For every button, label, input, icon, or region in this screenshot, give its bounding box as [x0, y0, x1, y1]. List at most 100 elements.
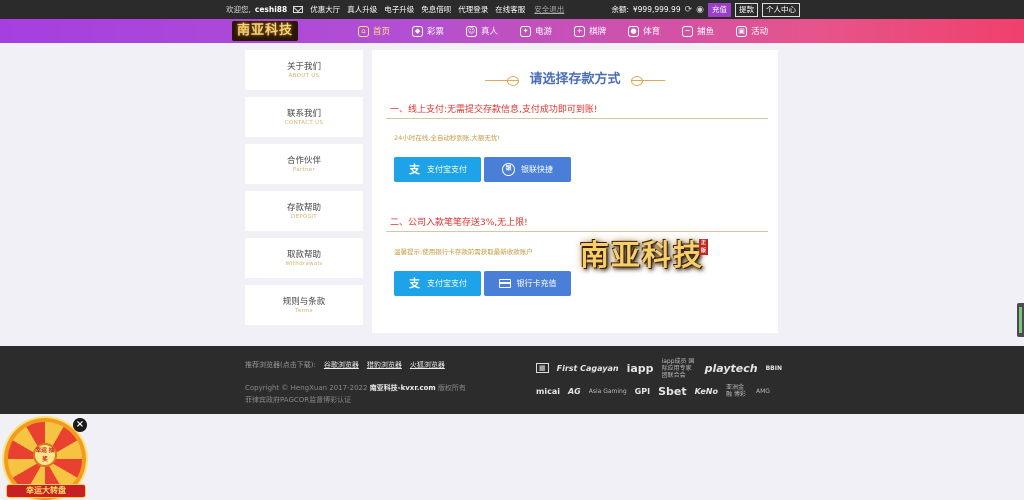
bank-card-icon — [498, 279, 511, 288]
button-label: 支付宝支付 — [427, 279, 467, 288]
partner-logo: GPI — [634, 386, 651, 396]
button-label: 银行卡充值 — [516, 279, 557, 288]
partner-logo: Sbet — [658, 384, 687, 398]
bank-card-button[interactable]: 银行卡充值 — [484, 271, 571, 296]
chess-icon: + — [574, 25, 586, 37]
browser-link-liebao[interactable]: 猎豹浏览器 — [367, 360, 402, 370]
gamepad-icon: ✦ — [520, 25, 532, 37]
nav-item-lottery[interactable]: ◆ 彩票 — [412, 25, 444, 37]
sidebar-item-label: 合作伙伴 — [286, 156, 321, 166]
sidebar-item-partner[interactable]: 合作伙伴 Partner — [245, 144, 363, 184]
copyright-prefix: Copyright © HengXuan 2017-2022 — [245, 384, 368, 392]
panel-title-row: 请选择存款方式 — [372, 68, 778, 87]
sidebar-item-deposit-help[interactable]: 存款帮助 DEPOSIT — [245, 191, 363, 231]
nav-item-chess[interactable]: + 棋牌 — [574, 25, 606, 37]
footer: 推荐浏览器(点击下载): 谷歌浏览器 猎豹浏览器 火狐浏览器 Copyright… — [0, 346, 1024, 414]
sidebar-item-label: 规则与条款 — [282, 297, 326, 307]
lottery-icon: ◆ — [412, 25, 424, 37]
ornament-left-icon — [484, 75, 519, 86]
nav-item-fishing[interactable]: ~ 捕鱼 — [682, 25, 714, 37]
nav-label: 体育 — [643, 27, 661, 37]
nav-item-sports[interactable]: ● 体育 — [628, 25, 660, 37]
link-promotions[interactable]: 优惠大厅 — [310, 4, 340, 15]
side-float-tab[interactable] — [1017, 303, 1024, 337]
sidebar-item-label: 取款帮助 — [286, 250, 321, 260]
partner-logo: iapp成员 国际应用专家团联合会 — [661, 357, 695, 379]
sidebar-item-sublabel: CONTACT US — [284, 120, 324, 126]
lucky-wheel-banner[interactable]: 幸运大转盘 — [6, 484, 86, 498]
nav-item-activities[interactable]: ▣ 活动 — [736, 25, 768, 37]
top-bar: 欢迎您, ceshi88 优惠大厅 真人升级 电子升级 免息借呗 代理登录 在线… — [0, 0, 1024, 19]
mail-icon[interactable] — [293, 6, 304, 13]
browser-link-chrome[interactable]: 谷歌浏览器 — [324, 360, 359, 370]
brand-text: 南亚科技 — [579, 238, 704, 272]
nav-item-slots[interactable]: ✦ 电游 — [520, 25, 552, 37]
partner-row: ▦ First Cagayan iapp iapp成员 国际应用专家团联合会 p… — [536, 357, 782, 379]
refresh-icon[interactable]: ⟳ — [685, 5, 693, 15]
site-logo[interactable]: 南亚科技 — [232, 21, 298, 41]
balance-value: ¥999,999.99 — [632, 5, 681, 14]
sidebar-item-sublabel: Withdrawals — [285, 261, 323, 267]
nav-items: ⌂ 首页 ◆ 彩票 ☺ 真人 ✦ 电游 + 棋牌 ● 体育 ~ 捕鱼 ▣ 活动 — [358, 19, 790, 43]
nav-label: 电游 — [535, 27, 553, 37]
partner-logo: micai — [536, 386, 560, 396]
partner-logo: Asia Gaming — [588, 387, 627, 395]
sidebar-item-sublabel: Terms — [295, 308, 313, 314]
sidebar: 关于我们 ABOUT US 联系我们 CONTACT US 合作伙伴 Partner … — [245, 50, 363, 332]
link-interest-free[interactable]: 免息借呗 — [421, 4, 451, 15]
unionpay-quick-button[interactable]: 银 银联快捷 — [484, 157, 571, 182]
eye-icon[interactable]: ◉ — [696, 5, 704, 15]
deposit-button[interactable]: 充值 — [708, 2, 731, 17]
sidebar-item-sublabel: ABOUT US — [288, 73, 320, 79]
top-bar-left: 欢迎您, ceshi88 优惠大厅 真人升级 电子升级 免息借呗 代理登录 在线… — [226, 0, 564, 19]
partner-logo: BBIN — [765, 364, 782, 372]
fish-icon: ~ — [682, 25, 694, 37]
link-online-service[interactable]: 在线客服 — [495, 4, 525, 15]
browser-link-firefox[interactable]: 火狐浏览器 — [410, 360, 445, 370]
partner-logo: KeNo — [694, 386, 718, 396]
nav-item-home[interactable]: ⌂ 首页 — [358, 25, 390, 37]
link-agent-login[interactable]: 代理登录 — [458, 4, 488, 15]
link-live-upgrade[interactable]: 真人升级 — [347, 4, 377, 15]
user-center-button[interactable]: 个人中心 — [762, 2, 800, 17]
sidebar-item-about[interactable]: 关于我们 ABOUT US — [245, 50, 363, 90]
withdraw-button[interactable]: 提款 — [735, 2, 758, 17]
close-icon[interactable]: × — [73, 418, 87, 432]
alipay-icon: 支 — [409, 277, 420, 290]
welcome-text: 欢迎您, — [226, 5, 251, 14]
page-title: 请选择存款方式 — [529, 72, 621, 87]
alipay-icon: 支 — [409, 163, 420, 176]
nav-label: 捕鱼 — [697, 27, 715, 37]
logout-link[interactable]: 安全退出 — [534, 4, 564, 15]
section-divider — [386, 118, 768, 119]
section-online-note: 24小时在线,全自动秒到账,大额无忧! — [394, 134, 501, 142]
partner-logo: playtech — [704, 361, 758, 375]
sidebar-item-label: 联系我们 — [286, 109, 321, 119]
alipay-button-2[interactable]: 支 支付宝支付 — [394, 271, 481, 296]
ornament-right-icon — [631, 75, 666, 86]
sidebar-item-terms[interactable]: 规则与条款 Terms — [245, 285, 363, 325]
sidebar-item-sublabel: DEPOSIT — [291, 214, 317, 220]
brand-stamp: 正版 — [699, 239, 708, 255]
qr-icon: ▦ — [536, 363, 549, 373]
brand-watermark: 南亚科技 正版 — [574, 231, 710, 279]
certification: 菲律宾政府PAGCOR监督博彩认证 — [245, 396, 352, 404]
button-label: 银联快捷 — [521, 165, 553, 174]
site-name: 南亚科技-kvxr.com — [369, 384, 436, 392]
sidebar-item-withdraw-help[interactable]: 取款帮助 Withdrawals — [245, 238, 363, 278]
wheel-hub[interactable]: 幸运 抽奖 — [33, 443, 57, 467]
sidebar-item-contact[interactable]: 联系我们 CONTACT US — [245, 97, 363, 137]
partner-logo: 亚洲金融 博彩 — [725, 384, 746, 398]
nav-label: 棋牌 — [589, 27, 607, 37]
copyright: Copyright © HengXuan 2017-2022 南亚科技-kvxr… — [245, 383, 466, 393]
link-slots-upgrade[interactable]: 电子升级 — [384, 4, 414, 15]
alipay-button[interactable]: 支 支付宝支付 — [394, 157, 481, 182]
nav-item-live[interactable]: ☺ 真人 — [466, 25, 498, 37]
partner-logo: AMG — [755, 387, 770, 395]
ball-icon: ● — [628, 25, 640, 37]
partner-logo: iapp — [626, 361, 654, 375]
partner-logo: AG — [567, 386, 581, 396]
partner-logo: First Cagayan — [556, 363, 619, 373]
top-bar-right: 余额: ¥999,999.99 ⟳ ◉ 充值 提款 个人中心 — [611, 0, 800, 19]
sidebar-item-label: 存款帮助 — [286, 203, 321, 213]
